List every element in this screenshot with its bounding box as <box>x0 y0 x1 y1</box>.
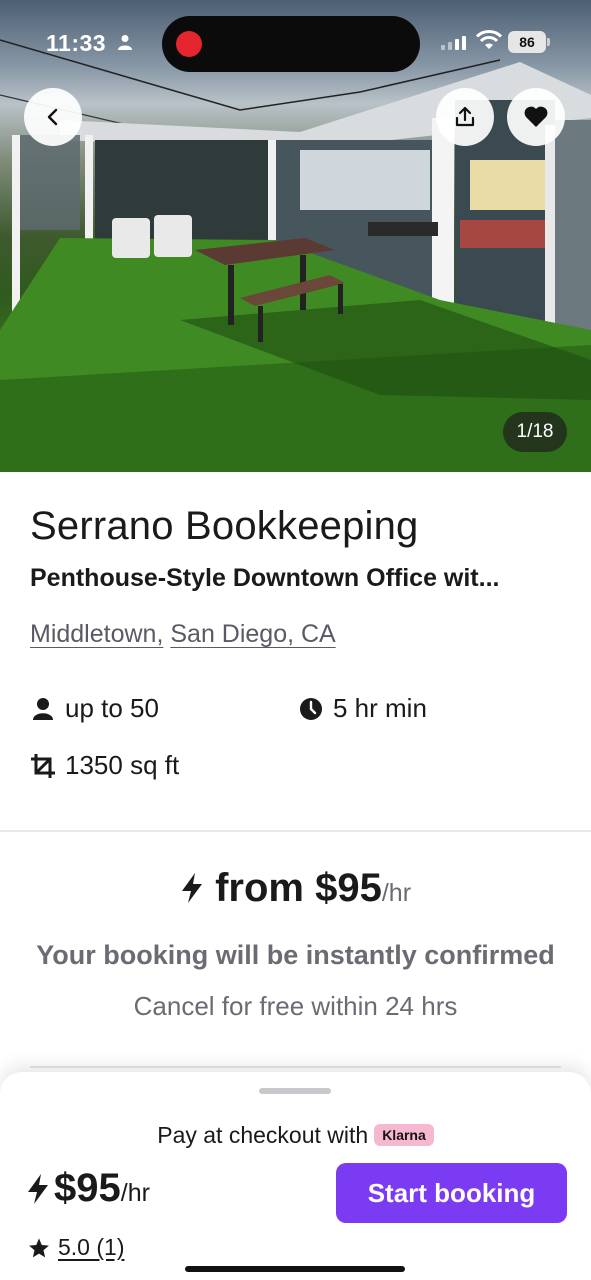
capacity-feature: up to 50 <box>30 693 159 724</box>
pay-at-checkout: Pay at checkout with Klarna <box>0 1122 591 1149</box>
rating-link[interactable]: 5.0 (1) <box>28 1234 124 1261</box>
location-city-link[interactable]: San Diego, CA <box>170 620 335 648</box>
heart-icon <box>524 106 548 127</box>
person-status-icon <box>118 34 132 55</box>
listing-subtitle: Penthouse-Style Downtown Office wit... <box>30 564 500 592</box>
location-neighborhood-link[interactable]: Middletown, <box>30 620 163 648</box>
min-hours-text: 5 hr min <box>333 693 427 723</box>
wifi-icon <box>475 30 503 55</box>
share-icon <box>455 106 475 127</box>
battery-indicator: 86 <box>508 31 550 53</box>
back-button[interactable] <box>24 88 82 146</box>
home-indicator <box>185 1266 405 1272</box>
sheet-price: $95/hr <box>26 1166 150 1211</box>
photo-counter: 1/18 <box>503 412 567 452</box>
person-icon <box>33 697 53 720</box>
listing-location: Middletown, San Diego, CA <box>30 620 336 649</box>
instant-confirm-text: Your booking will be instantly confirmed <box>36 940 555 970</box>
from-price-text: from $95 <box>215 866 382 910</box>
listing-title: Serrano Bookkeeping <box>30 504 419 548</box>
hero-photo[interactable]: 11:33 86 1/18 <box>0 0 591 472</box>
share-button[interactable] <box>436 88 494 146</box>
area-feature: 1350 sq ft <box>30 750 179 781</box>
klarna-badge: Klarna <box>374 1123 434 1146</box>
section-divider <box>30 1066 561 1068</box>
from-price-unit: /hr <box>381 879 412 907</box>
lightning-icon <box>28 1173 48 1204</box>
favorite-button[interactable] <box>507 88 565 146</box>
recording-indicator-icon <box>176 31 202 57</box>
sheet-price-value: $95 <box>54 1166 121 1210</box>
start-booking-button[interactable]: Start booking <box>336 1163 567 1223</box>
section-divider <box>0 830 591 832</box>
status-bar: 11:33 86 <box>0 0 591 90</box>
rating-value: 5.0 (1) <box>58 1234 125 1260</box>
dynamic-island <box>162 16 420 72</box>
back-arrow-icon <box>47 108 58 126</box>
price-from: from $95/hr <box>0 866 591 911</box>
sheet-drag-handle[interactable] <box>259 1088 331 1094</box>
sheet-price-unit: /hr <box>120 1179 150 1207</box>
crop-area-icon <box>31 753 55 778</box>
star-icon <box>29 1237 49 1257</box>
capacity-text: up to 50 <box>65 693 159 723</box>
lightning-icon <box>181 873 202 903</box>
status-time: 11:33 <box>46 30 107 56</box>
cancel-policy-text: Cancel for free within 24 hrs <box>133 991 458 1021</box>
min-hours-feature: 5 hr min <box>298 693 427 724</box>
pay-text: Pay at checkout with <box>157 1122 369 1148</box>
clock-icon <box>300 697 322 720</box>
cellular-signal-icon <box>441 34 466 50</box>
booking-sheet: Pay at checkout with Klarna $95/hr 5.0 (1… <box>0 1072 591 1280</box>
area-text: 1350 sq ft <box>65 750 180 780</box>
